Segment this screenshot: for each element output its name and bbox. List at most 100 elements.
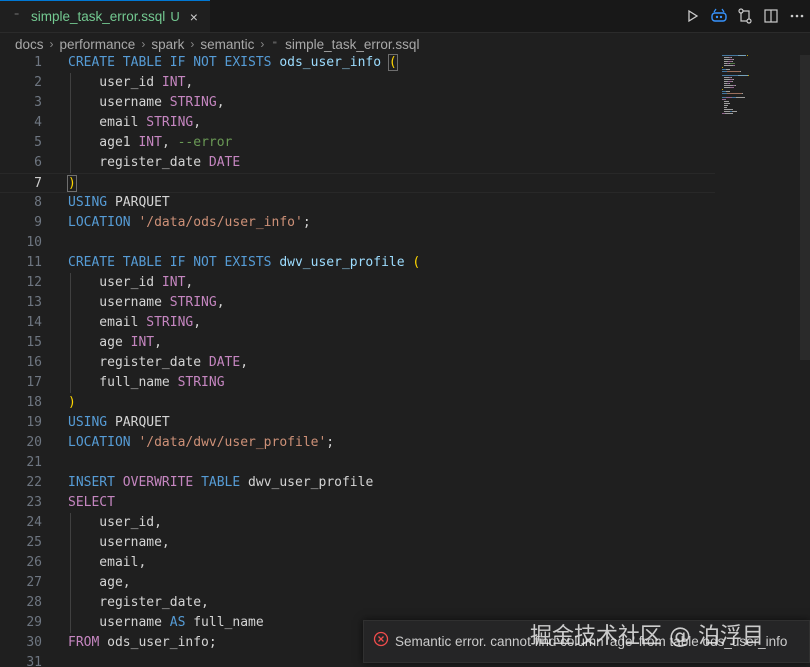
code-line[interactable]: 9 LOCATION '/data/ods/user_info'; [0,213,715,233]
line-number: 8 [34,195,42,210]
line-number: 28 [26,595,42,610]
code-text: CREATE TABLE IF NOT EXISTS dwv_user_prof… [68,255,421,270]
line-number: 21 [26,455,42,470]
line-number: 14 [26,315,42,330]
minimap-line [730,87,734,88]
code-text: ) [68,395,76,410]
code-line[interactable]: 20 LOCATION '/data/dwv/user_profile'; [0,433,715,453]
line-number: 18 [26,395,42,410]
error-icon [373,631,389,652]
line-number: 20 [26,435,42,450]
breadcrumb-item-performance[interactable]: performance [60,37,136,52]
code-editor[interactable]: 1 CREATE TABLE IF NOT EXISTS ods_user_inf… [0,53,810,667]
code-line[interactable]: 14 email STRING, [0,313,715,333]
run-icon[interactable] [680,3,706,29]
code-line[interactable]: 12 user_id INT, [0,273,715,293]
code-line[interactable]: 27 age, [0,573,715,593]
minimap-line [722,75,739,76]
code-text: email STRING, [68,315,202,330]
source-control-compare-icon[interactable] [732,3,758,29]
minimap-line [731,77,732,78]
line-number: 26 [26,555,42,570]
minimap-line [733,79,734,80]
code-text: INSERT OVERWRITE TABLE dwv_user_profile [68,475,374,490]
code-line[interactable]: 28 register_date, [0,593,715,613]
code-line[interactable]: 4 email STRING, [0,113,715,133]
code-line[interactable]: 8 USING PARQUET [0,193,715,213]
line-number: 22 [26,475,42,490]
code-text: username AS full_name [68,615,264,630]
minimap-line [732,65,736,66]
line-number: 13 [26,295,42,310]
code-text: CREATE TABLE IF NOT EXISTS ods_user_info… [68,54,398,71]
chevron-right-icon: › [190,37,195,51]
code-line[interactable]: 2 user_id INT, [0,73,715,93]
close-icon[interactable]: × [190,9,198,25]
copilot-icon[interactable] [706,3,732,29]
code-line[interactable]: 7) [0,173,715,193]
code-text: age, [68,575,131,590]
code-line[interactable]: 11 CREATE TABLE IF NOT EXISTS dwv_user_pr… [0,253,715,273]
code-line[interactable]: 18) [0,393,715,413]
editor-tab[interactable]: ⁼ simple_task_error.ssql U × [0,0,210,32]
code-line[interactable]: 13 username STRING, [0,293,715,313]
breadcrumb-item-docs[interactable]: docs [15,37,44,52]
code-line[interactable]: 19 USING PARQUET [0,413,715,433]
code-text: FROM ods_user_info; [68,635,217,650]
minimap-line [731,81,733,82]
line-number: 2 [34,75,42,90]
minimap-line [725,91,730,92]
breadcrumb-item-semantic[interactable]: semantic [200,37,254,52]
breadcrumb-item-spark[interactable]: spark [151,37,184,52]
code-line[interactable]: 25 username, [0,533,715,553]
line-number: 10 [26,235,42,250]
file-icon: ⁼ [272,38,278,49]
code-text: username STRING, [68,95,225,110]
code-text: user_id, [68,515,162,530]
minimap-line [724,107,727,108]
minimap-line [727,71,740,72]
line-number: 7 [34,176,42,191]
minimap-line [724,103,730,104]
minimap-line [730,63,735,64]
code-line[interactable]: 21 [0,453,715,473]
line-number: 5 [34,135,42,150]
line-number: 6 [34,155,42,170]
minimap-line [722,67,723,68]
code-text: username STRING, [68,295,225,310]
code-text: email, [68,555,147,570]
code-line[interactable]: 6 register_date DATE [0,153,715,173]
minimap-line [748,75,749,76]
code-line[interactable]: 15 age INT, [0,333,715,353]
code-line[interactable]: 24 user_id, [0,513,715,533]
code-text: ) [67,175,77,192]
minimap-line [735,85,736,86]
minimap-line [735,97,746,98]
line-number: 3 [34,95,42,110]
code-line[interactable]: 1 CREATE TABLE IF NOT EXISTS ods_user_inf… [0,53,715,73]
code-text: register_date DATE [68,155,241,170]
watermark: 掘金技术社区 @ 泊浮目 [530,624,764,649]
code-line[interactable]: 17 full_name STRING [0,373,715,393]
line-number: 9 [34,215,42,230]
code-text: SELECT [68,495,115,510]
code-line[interactable]: 26 email, [0,553,715,573]
code-line[interactable]: 5 age1 INT, --error [0,133,715,153]
code-line[interactable]: 16 register_date DATE, [0,353,715,373]
minimap[interactable] [717,55,772,125]
code-line[interactable]: 23 SELECT [0,493,715,513]
code-line[interactable]: 10 [0,233,715,253]
code-text: register_date DATE, [68,355,249,370]
breadcrumb-item-file[interactable]: simple_task_error.ssql [285,37,419,52]
code-line[interactable]: 3 username STRING, [0,93,715,113]
minimap-line [728,83,730,84]
minimap-line [724,85,733,86]
more-actions-icon[interactable] [784,3,810,29]
code-text: user_id INT, [68,275,194,290]
split-editor-icon[interactable] [758,3,784,29]
line-number: 31 [26,655,42,667]
code-line[interactable]: 22 INSERT OVERWRITE TABLE dwv_user_profil… [0,473,715,493]
chevron-right-icon: › [260,37,265,51]
scrollbar-thumb[interactable] [800,55,810,360]
minimap-line [738,55,746,56]
